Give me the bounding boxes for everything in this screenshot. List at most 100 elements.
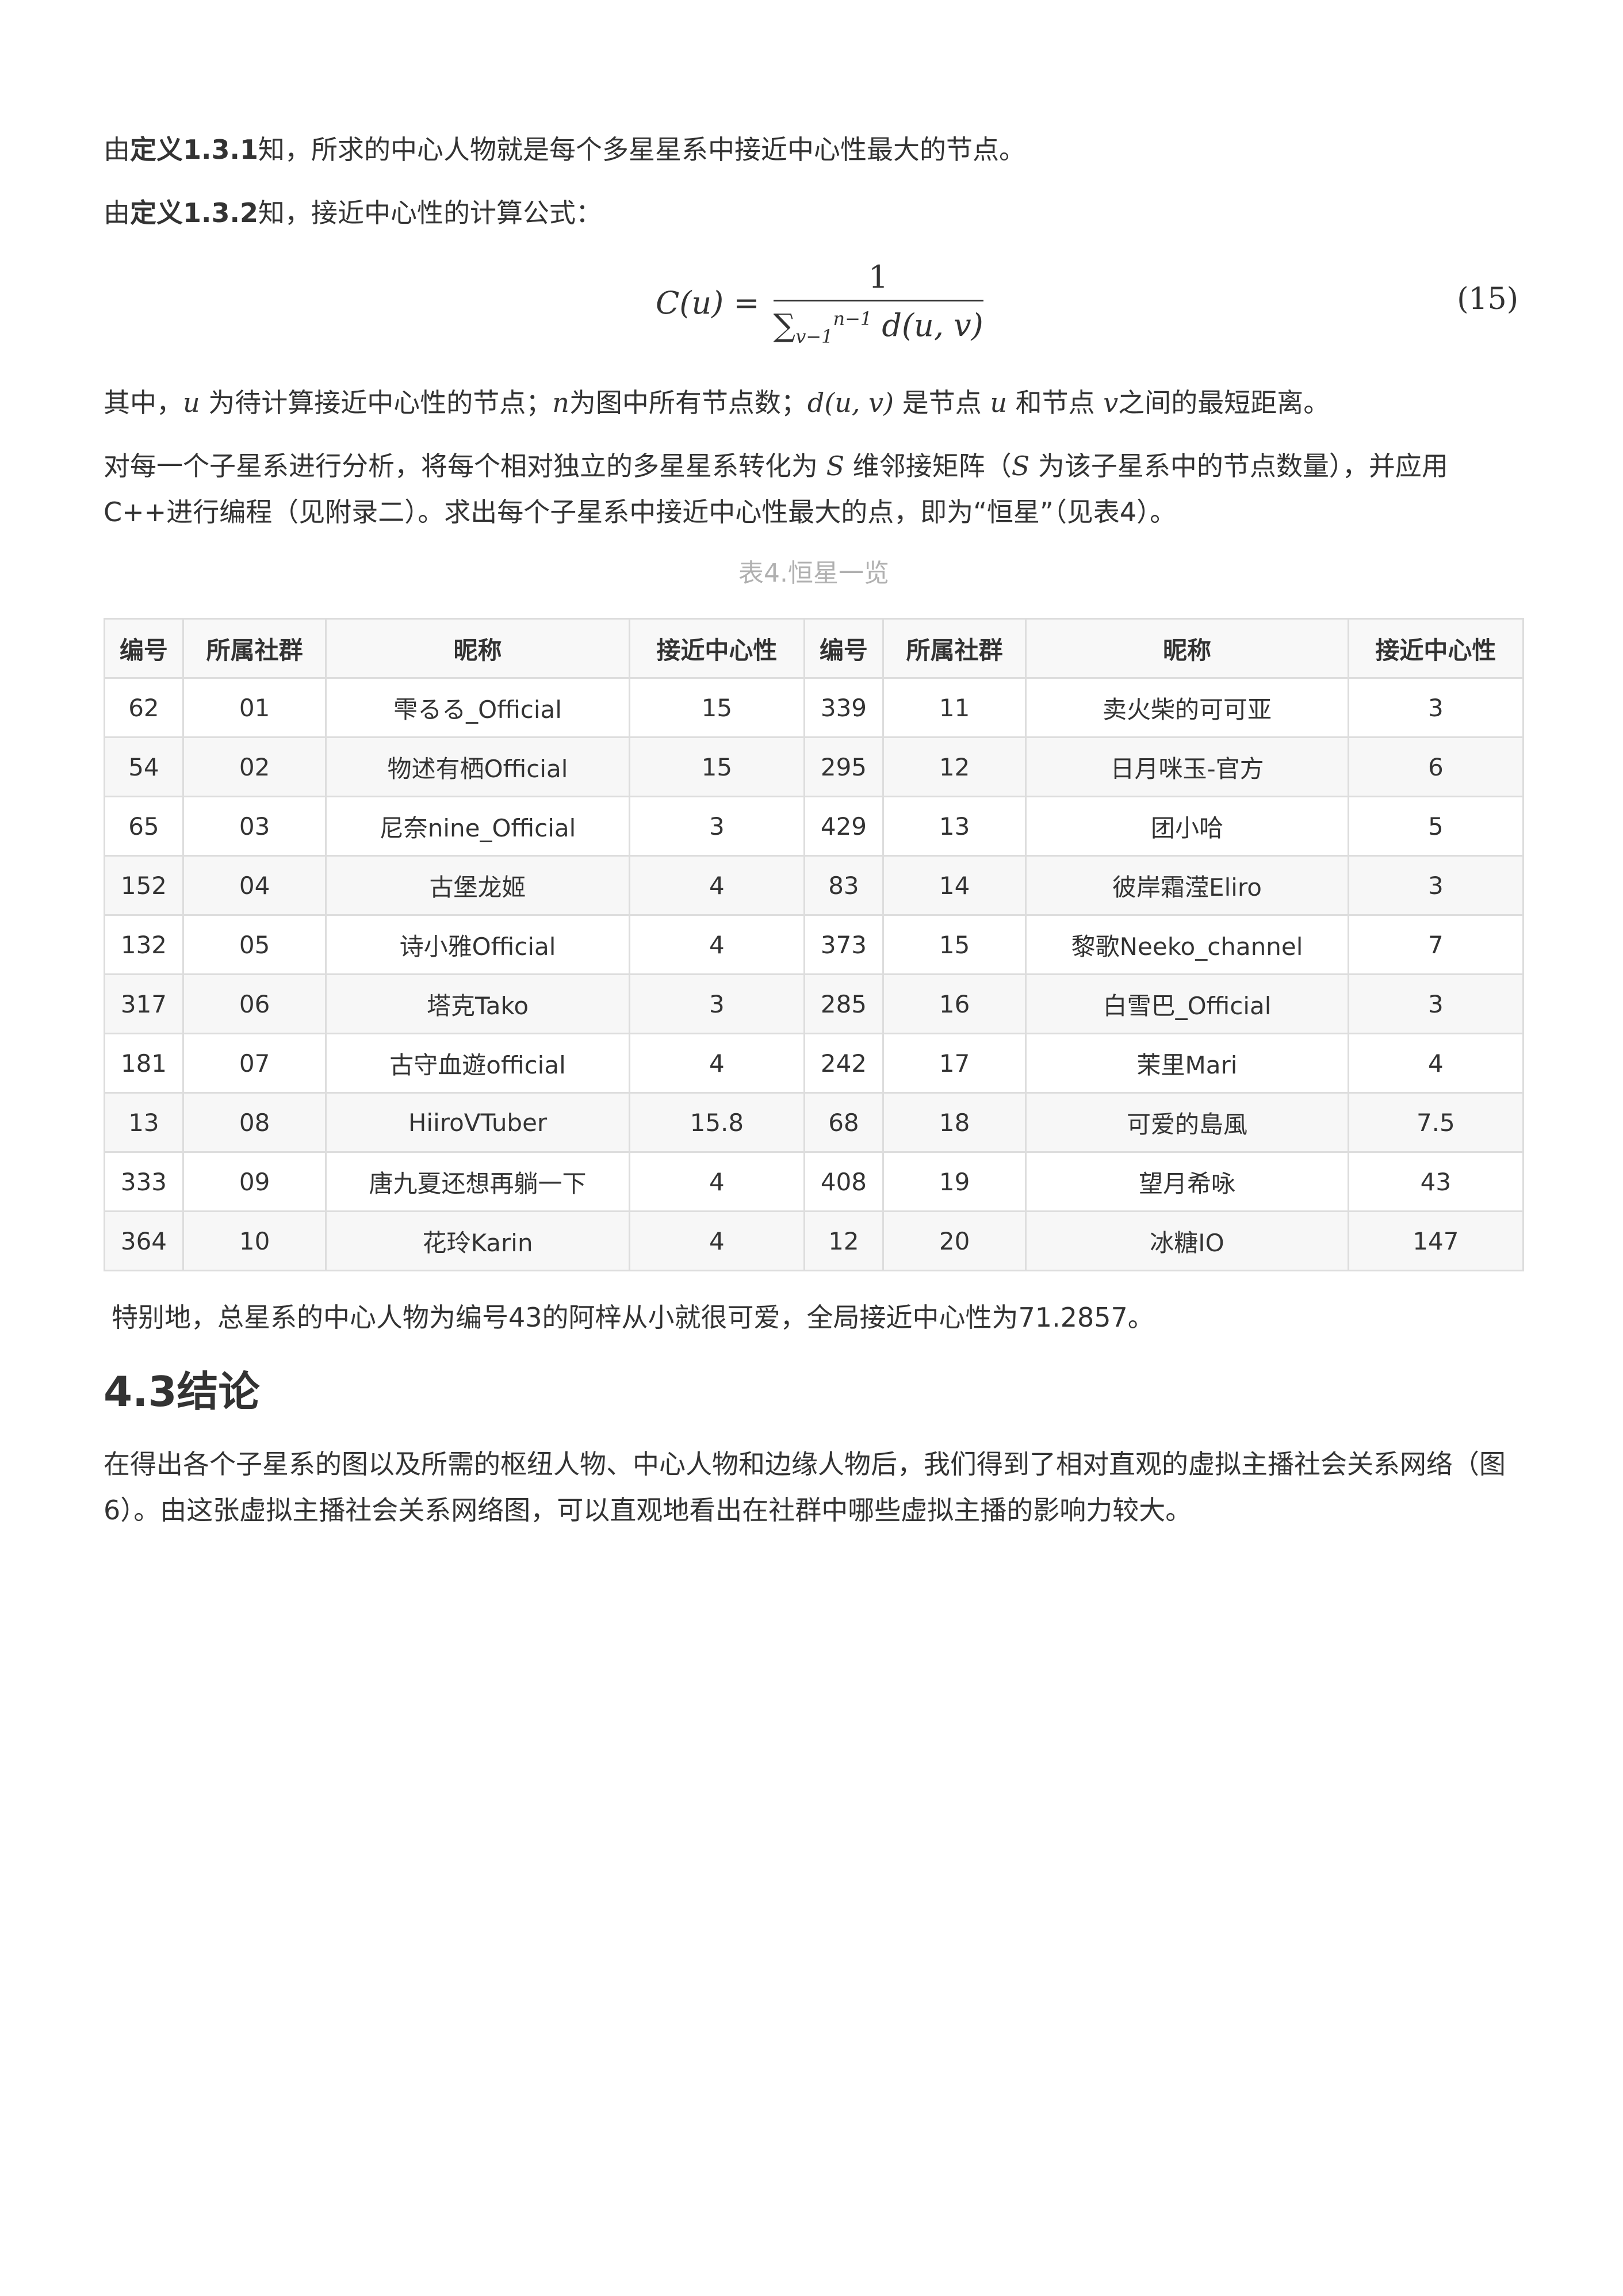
para3-text-5: 和节点 (1007, 387, 1104, 418)
math-n: n (552, 387, 569, 418)
table-cell: 15 (628, 736, 806, 797)
column-header: 编号 (104, 618, 184, 679)
table-cell: 3 (628, 973, 806, 1034)
table-row: 62 01 雫るる_Official 15 339 11 卖火柴的可可亚 3 (104, 677, 1525, 738)
table-cell: 20 (882, 1210, 1027, 1271)
table-cell: 429 (803, 796, 884, 857)
closeness-centrality-equation: C(u) = 1 ∑v−1n−1 d(u, v) (15) (104, 253, 1524, 362)
table-row: 317 06 塔克Tako 3 285 16 白雪巴_Official 3 (104, 973, 1525, 1034)
table-cell: 诗小雅Official (325, 914, 630, 975)
table-cell: 05 (182, 914, 327, 975)
table-cell: 181 (104, 1033, 184, 1094)
table-row: 132 05 诗小雅Official 4 373 15 黎歌Neeko_channel 7 (104, 914, 1525, 975)
para3-text-1: 其中， (104, 387, 183, 418)
table-cell: 日月咪玉-官方 (1025, 736, 1349, 797)
table-cell: 18 (882, 1092, 1027, 1153)
table-cell: 65 (104, 796, 184, 857)
table-cell: 可爱的島風 (1025, 1092, 1349, 1153)
table-cell: HiiroVTuber (325, 1092, 630, 1153)
document-page: 由定义1.3.1知，所求的中心人物就是每个多星星系中接近中心性最大的节点。 由定… (104, 127, 1525, 1550)
table-cell: 4 (1347, 1033, 1525, 1094)
table-cell: 7 (1347, 914, 1525, 975)
table-header-row: 编号 所属社群 昵称 接近中心性 编号 所属社群 昵称 接近中心性 (104, 618, 1525, 679)
definition-1-3-2-paragraph: 由定义1.3.2知，接近中心性的计算公式： (104, 190, 1524, 236)
table-cell: 雫るる_Official (325, 677, 630, 738)
equation-body: C(u) = 1 ∑v−1n−1 d(u, v) (656, 259, 983, 347)
math-v: v (1103, 387, 1119, 418)
para3-text-2: 为待计算接近中心性的节点； (200, 387, 553, 418)
table-cell: 古守血遊official (325, 1033, 630, 1094)
para1-prefix: 由 (104, 134, 130, 165)
math-s: S (826, 450, 845, 482)
table-row: 181 07 古守血遊official 4 242 17 茉里Mari 4 (104, 1033, 1525, 1094)
para1-bold-term: 定义1.3.1 (130, 134, 258, 165)
table-cell: 09 (182, 1151, 327, 1212)
math-u: u (183, 387, 200, 418)
table-cell: 15 (882, 914, 1027, 975)
table-cell: 147 (1347, 1210, 1525, 1271)
table-cell: 3 (1347, 973, 1525, 1034)
table-cell: 333 (104, 1151, 184, 1212)
table-cell: 132 (104, 914, 184, 975)
table-cell: 茉里Mari (1025, 1033, 1349, 1094)
table-cell: 7.5 (1347, 1092, 1525, 1153)
sum-lower-index: v−1 (795, 325, 833, 347)
table-cell: 10 (182, 1210, 327, 1271)
table-cell: 13 (882, 796, 1027, 857)
math-u-2: u (990, 387, 1007, 418)
column-header: 编号 (803, 618, 884, 679)
table-cell: 11 (882, 677, 1027, 738)
table-cell: 06 (182, 973, 327, 1034)
table-body: 62 01 雫るる_Official 15 339 11 卖火柴的可可亚 3 54 02 物述有栖O… (104, 677, 1525, 1271)
table-cell: 285 (803, 973, 884, 1034)
table-cell: 3 (628, 796, 806, 857)
table-cell: 07 (182, 1033, 327, 1094)
para2-text: 知，接近中心性的计算公式： (258, 197, 602, 228)
math-distance: d(u, v) (807, 387, 894, 418)
table-cell: 卖火柴的可可亚 (1025, 677, 1349, 738)
table-row: 65 03 尼奈nine_Official 3 429 13 团小哈 5 (104, 796, 1525, 857)
definition-1-3-1-paragraph: 由定义1.3.1知，所求的中心人物就是每个多星星系中接近中心性最大的节点。 (104, 127, 1524, 173)
table-cell: 5 (1347, 796, 1525, 857)
table-cell: 古堡龙姬 (325, 855, 630, 916)
equation-fraction: 1 ∑v−1n−1 d(u, v) (773, 259, 983, 347)
table-cell: 152 (104, 855, 184, 916)
table-row: 364 10 花玲Karin 4 12 20 冰糖IO 147 (104, 1210, 1525, 1271)
equation-numerator: 1 (868, 259, 889, 295)
table-cell: 团小哈 (1025, 796, 1349, 857)
table-cell: 望月希咏 (1025, 1151, 1349, 1212)
table-cell: 83 (803, 855, 884, 916)
table-cell: 14 (882, 855, 1027, 916)
table-cell: 295 (803, 736, 884, 797)
table-caption: 表4.恒星一览 (738, 559, 889, 588)
column-header: 所属社群 (882, 618, 1027, 679)
conclusion-paragraph: 在得出各个子星系的图以及所需的枢纽人物、中心人物和边缘人物后，我们得到了相对直观… (104, 1449, 1506, 1526)
sum-symbol: ∑ (773, 307, 796, 343)
table-cell: 唐九夏还想再躺一下 (325, 1151, 630, 1212)
table-cell: 12 (803, 1210, 884, 1271)
table-cell: 4 (628, 1151, 806, 1212)
table-cell: 03 (182, 796, 327, 857)
table-row: 54 02 物述有栖Official 15 295 12 日月咪玉-官方 6 (104, 736, 1525, 797)
table-cell: 01 (182, 677, 327, 738)
table-cell: 43 (1347, 1151, 1525, 1212)
table-cell: 15.8 (628, 1092, 806, 1153)
table-cell: 4 (628, 914, 806, 975)
para4-text-1: 对每一个子星系进行分析，将每个相对独立的多星星系转化为 (104, 450, 826, 482)
table-cell: 317 (104, 973, 184, 1034)
column-header: 接近中心性 (628, 618, 806, 679)
table-cell: 花玲Karin (325, 1210, 630, 1271)
table-cell: 16 (882, 973, 1027, 1034)
para3-text-6: 之间的最短距离。 (1118, 387, 1330, 418)
star-table: 编号 所属社群 昵称 接近中心性 编号 所属社群 昵称 接近中心性 62 01 雫るる_Offic… (104, 618, 1525, 1271)
sum-upper-index: n−1 (833, 308, 872, 330)
table-cell: 373 (803, 914, 884, 975)
para4-text-2: 维邻接矩阵（ (844, 450, 1012, 482)
table-cell: 04 (182, 855, 327, 916)
table-cell: 339 (803, 677, 884, 738)
table-cell: 02 (182, 736, 327, 797)
para2-bold-term: 定义1.3.2 (130, 197, 258, 228)
table-cell: 15 (628, 677, 806, 738)
table-cell: 物述有栖Official (325, 736, 630, 797)
table-cell: 54 (104, 736, 184, 797)
